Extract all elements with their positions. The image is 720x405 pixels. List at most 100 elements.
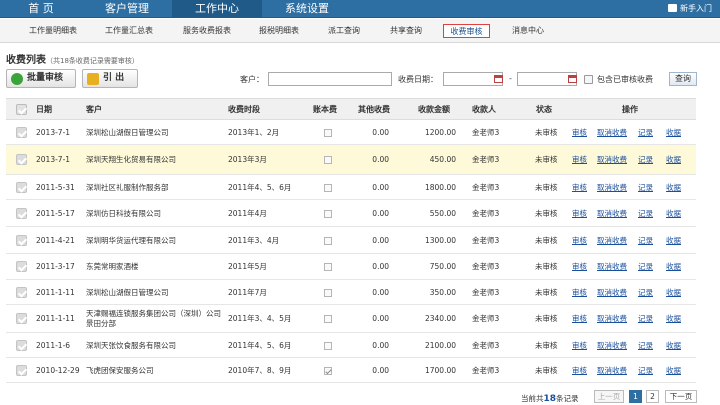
account-fee-checkbox[interactable]: [324, 315, 332, 323]
cancel-fee-link[interactable]: 取消收费: [597, 209, 627, 219]
export-button[interactable]: 引 出: [82, 69, 138, 88]
customer-input[interactable]: [268, 72, 392, 86]
query-button[interactable]: 查询: [669, 72, 697, 86]
select-all-checkbox[interactable]: [16, 104, 27, 115]
row-payee: 金老师3: [472, 236, 500, 245]
cancel-fee-link[interactable]: 取消收费: [597, 366, 627, 376]
row-checkbox[interactable]: [16, 235, 27, 246]
row-checkbox[interactable]: [16, 261, 27, 272]
cancel-fee-link[interactable]: 取消收费: [597, 128, 627, 138]
row-checkbox[interactable]: [16, 127, 27, 138]
page-2-button[interactable]: 2: [646, 390, 659, 403]
receipt-link[interactable]: 收据: [666, 314, 681, 324]
row-date: 2013-7-1: [36, 155, 71, 164]
review-link[interactable]: 审核: [572, 128, 587, 138]
row-checkbox[interactable]: [16, 182, 27, 193]
review-link[interactable]: 审核: [572, 314, 587, 324]
account-fee-checkbox[interactable]: [324, 129, 332, 137]
page-1-button[interactable]: 1: [629, 390, 642, 403]
row-checkbox[interactable]: [16, 208, 27, 219]
include-reviewed-checkbox[interactable]: [584, 75, 593, 84]
export-label: 引 出: [103, 73, 125, 83]
account-fee-checkbox[interactable]: [324, 156, 332, 164]
tab-service-fee-report[interactable]: 服务收费报表: [178, 24, 236, 38]
cancel-fee-link[interactable]: 取消收费: [597, 288, 627, 298]
tab-tax-detail[interactable]: 报税明细表: [254, 24, 304, 38]
review-link[interactable]: 审核: [572, 183, 587, 193]
tab-dispatch-query[interactable]: 派工查询: [322, 24, 366, 38]
prev-page-button[interactable]: 上一页: [594, 390, 624, 403]
calendar-icon[interactable]: [568, 75, 577, 83]
table-row: 2010-12-29 飞虎团保安服务公司 2010年7、8、9月 0.00 1700.0…: [6, 358, 696, 383]
account-fee-checkbox[interactable]: [324, 263, 332, 271]
cancel-fee-link[interactable]: 取消收费: [597, 183, 627, 193]
record-link[interactable]: 记录: [638, 288, 653, 298]
header-period: 收费时段: [228, 105, 260, 114]
row-status: 未审核: [535, 209, 558, 218]
row-customer: 深圳仿日科技有限公司: [86, 209, 161, 218]
review-link[interactable]: 审核: [572, 341, 587, 351]
cancel-fee-link[interactable]: 取消收费: [597, 155, 627, 165]
nav-system-settings[interactable]: 系统设置: [262, 0, 352, 18]
review-link[interactable]: 审核: [572, 366, 587, 376]
list-subtitle: （共18条收费记录需要审核）: [46, 57, 139, 65]
account-fee-checkbox[interactable]: [324, 184, 332, 192]
cancel-fee-link[interactable]: 取消收费: [597, 314, 627, 324]
cancel-fee-link[interactable]: 取消收费: [597, 236, 627, 246]
cancel-fee-link[interactable]: 取消收费: [597, 262, 627, 272]
record-link[interactable]: 记录: [638, 128, 653, 138]
record-link[interactable]: 记录: [638, 366, 653, 376]
row-customer: 深圳天张饮食服务有限公司: [86, 341, 176, 350]
receipt-link[interactable]: 收据: [666, 209, 681, 219]
row-checkbox[interactable]: [16, 313, 27, 324]
nav-home[interactable]: 首 页: [0, 0, 82, 18]
row-checkbox[interactable]: [16, 154, 27, 165]
review-link[interactable]: 审核: [572, 236, 587, 246]
row-checkbox[interactable]: [16, 365, 27, 376]
tab-message-center[interactable]: 消息中心: [506, 24, 550, 38]
row-checkbox[interactable]: [16, 287, 27, 298]
receipt-link[interactable]: 收据: [666, 341, 681, 351]
nav-customer-management[interactable]: 客户管理: [82, 0, 172, 18]
help-link[interactable]: 新手入门: [668, 0, 712, 18]
record-link[interactable]: 记录: [638, 314, 653, 324]
tab-workload-detail[interactable]: 工作量明细表: [24, 24, 82, 38]
receipt-link[interactable]: 收据: [666, 128, 681, 138]
receipt-link[interactable]: 收据: [666, 366, 681, 376]
review-link[interactable]: 审核: [572, 288, 587, 298]
receipt-link[interactable]: 收据: [666, 262, 681, 272]
record-link[interactable]: 记录: [638, 236, 653, 246]
account-fee-checkbox[interactable]: [324, 210, 332, 218]
calendar-icon[interactable]: [494, 75, 503, 83]
batch-review-button[interactable]: 批量审核: [6, 69, 76, 88]
tab-fee-review[interactable]: 收费审核: [443, 24, 490, 38]
record-link[interactable]: 记录: [638, 262, 653, 272]
row-checkbox[interactable]: [16, 340, 27, 351]
next-page-button[interactable]: 下一页: [665, 390, 697, 403]
account-fee-checkbox[interactable]: [324, 289, 332, 297]
row-other-fee: 0.00: [372, 314, 389, 323]
record-link[interactable]: 记录: [638, 155, 653, 165]
review-link[interactable]: 审核: [572, 209, 587, 219]
row-payee: 金老师3: [472, 366, 500, 375]
receipt-link[interactable]: 收据: [666, 288, 681, 298]
receipt-link[interactable]: 收据: [666, 183, 681, 193]
header-account-fee: 账本费: [313, 105, 337, 114]
account-fee-checkbox[interactable]: [324, 237, 332, 245]
review-link[interactable]: 审核: [572, 262, 587, 272]
record-link[interactable]: 记录: [638, 209, 653, 219]
tab-shared-query[interactable]: 共享查询: [384, 24, 428, 38]
record-link[interactable]: 记录: [638, 183, 653, 193]
account-fee-checkbox[interactable]: [324, 367, 332, 375]
nav-work-center[interactable]: 工作中心: [172, 0, 262, 18]
tab-workload-summary[interactable]: 工作量汇总表: [100, 24, 158, 38]
cancel-fee-link[interactable]: 取消收费: [597, 341, 627, 351]
account-fee-checkbox[interactable]: [324, 342, 332, 350]
receipt-link[interactable]: 收据: [666, 236, 681, 246]
row-customer: 深圳天翔生化贸易有限公司: [86, 155, 176, 164]
top-nav: 首 页 客户管理 工作中心 系统设置 新手入门: [0, 0, 720, 18]
review-link[interactable]: 审核: [572, 155, 587, 165]
receipt-link[interactable]: 收据: [666, 155, 681, 165]
row-date: 2011-5-17: [36, 209, 75, 218]
record-link[interactable]: 记录: [638, 341, 653, 351]
